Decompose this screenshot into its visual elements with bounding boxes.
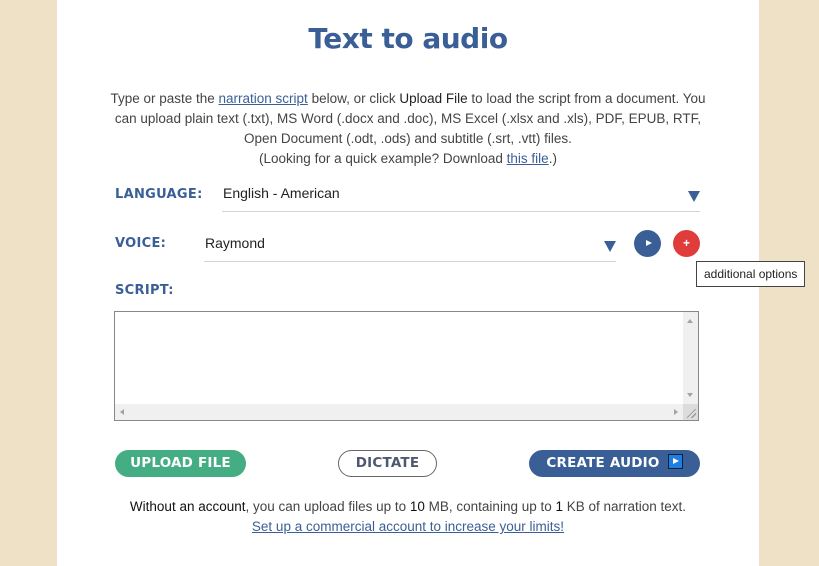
narration-script-link[interactable]: narration script bbox=[219, 91, 308, 106]
create-audio-label: CREATE AUDIO bbox=[546, 455, 660, 471]
script-textarea-container bbox=[114, 311, 699, 421]
additional-options-tooltip: additional options bbox=[696, 261, 806, 287]
dictate-button[interactable]: DICTATE bbox=[338, 450, 437, 477]
upload-file-button[interactable]: UPLOAD FILE bbox=[115, 450, 246, 477]
intro-text-part: .) bbox=[548, 151, 557, 166]
create-audio-button[interactable]: CREATE AUDIO bbox=[529, 450, 700, 477]
voice-select[interactable]: Raymond bbox=[204, 233, 616, 262]
limits-size: 10 bbox=[409, 499, 425, 514]
language-select[interactable]: English - American bbox=[222, 183, 700, 212]
scroll-up-icon[interactable] bbox=[687, 319, 693, 323]
chevron-down-icon bbox=[604, 241, 616, 252]
resize-handle[interactable] bbox=[683, 404, 698, 420]
scroll-down-icon[interactable] bbox=[687, 393, 693, 397]
scroll-right-icon[interactable] bbox=[674, 409, 678, 415]
voice-value: Raymond bbox=[205, 235, 265, 251]
limits-text-part: , you can upload files up to bbox=[245, 499, 410, 514]
limits-text: Without an account, you can upload files… bbox=[57, 497, 759, 537]
script-label: SCRIPT: bbox=[115, 283, 174, 298]
limits-text-part: MB, containing up to bbox=[424, 499, 556, 514]
language-value: English - American bbox=[223, 185, 340, 201]
limits-kb: 1 bbox=[555, 499, 563, 514]
additional-options-button[interactable]: + bbox=[673, 230, 700, 257]
language-label: LANGUAGE: bbox=[115, 187, 203, 202]
plus-icon: + bbox=[682, 236, 690, 250]
script-textarea[interactable] bbox=[115, 312, 683, 404]
intro-text-part: below, or click bbox=[307, 91, 400, 106]
intro-text-part: Type or paste the bbox=[110, 91, 219, 106]
play-icon bbox=[667, 454, 683, 469]
page-title: Text to audio bbox=[308, 22, 508, 55]
chevron-down-icon bbox=[688, 191, 700, 202]
intro-text-part: (Looking for a quick example? Download bbox=[259, 151, 507, 166]
main-panel: Text to audio Type or paste the narratio… bbox=[57, 0, 759, 566]
commercial-account-link[interactable]: Set up a commercial account to increase … bbox=[252, 519, 564, 534]
voice-label: VOICE: bbox=[115, 236, 167, 251]
limits-bold: Without an account bbox=[129, 499, 246, 514]
limits-text-part: KB of narration text. bbox=[563, 499, 687, 514]
resize-grip-icon bbox=[687, 409, 696, 418]
horizontal-scrollbar[interactable] bbox=[115, 404, 683, 420]
example-file-link[interactable]: this file bbox=[507, 151, 549, 166]
intro-text: Type or paste the narration script below… bbox=[107, 89, 709, 169]
play-voice-button[interactable] bbox=[634, 230, 661, 257]
upload-file-mention: Upload File bbox=[399, 91, 468, 106]
play-icon bbox=[645, 240, 652, 247]
scroll-left-icon[interactable] bbox=[120, 409, 124, 415]
vertical-scrollbar[interactable] bbox=[683, 312, 698, 404]
